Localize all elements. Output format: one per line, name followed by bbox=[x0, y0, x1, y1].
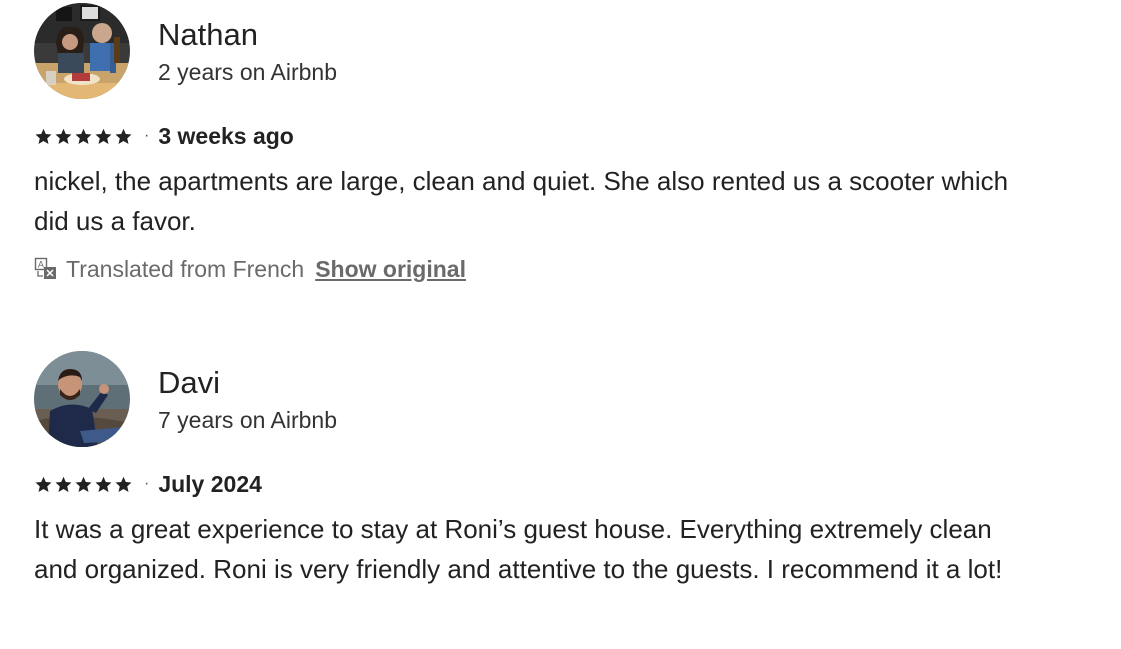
review-text: It was a great experience to stay at Ron… bbox=[34, 514, 1003, 584]
reviewer-avatar[interactable] bbox=[34, 351, 130, 447]
translation-row: A Translated from French Show original bbox=[34, 254, 1034, 284]
meta-separator: · bbox=[144, 475, 150, 492]
star-icon bbox=[115, 128, 132, 144]
review-card: Davi 7 years on Airbnb · July 2024 It wa… bbox=[34, 351, 1034, 589]
translate-icon: A bbox=[34, 257, 56, 279]
star-icon bbox=[115, 476, 132, 492]
reviewer-info: Davi 7 years on Airbnb bbox=[158, 365, 337, 434]
svg-text:A: A bbox=[38, 261, 45, 271]
avatar-photo-icon bbox=[34, 3, 130, 99]
review-card: Nathan 2 years on Airbnb · 3 weeks ago n… bbox=[34, 3, 1034, 284]
reviewer-name[interactable]: Davi bbox=[158, 365, 337, 401]
reviewer-name[interactable]: Nathan bbox=[158, 17, 337, 53]
avatar-photo-icon bbox=[34, 351, 130, 447]
star-icon bbox=[55, 128, 72, 144]
star-rating bbox=[34, 475, 133, 494]
meta-separator: · bbox=[144, 127, 150, 144]
star-icon bbox=[95, 476, 112, 492]
rating-date-row: · July 2024 bbox=[34, 469, 1034, 499]
show-original-link[interactable]: Show original bbox=[315, 256, 466, 283]
star-icon bbox=[35, 128, 52, 144]
reviewer-header: Nathan 2 years on Airbnb bbox=[34, 3, 1034, 99]
reviewer-tenure: 7 years on Airbnb bbox=[158, 406, 338, 433]
star-icon bbox=[95, 128, 112, 144]
rating-date-row: · 3 weeks ago bbox=[34, 121, 1034, 151]
reviewer-tenure: 2 years on Airbnb bbox=[158, 58, 338, 85]
translation-note: Translated from French bbox=[66, 255, 305, 282]
review-date: July 2024 bbox=[158, 470, 262, 497]
star-icon bbox=[75, 476, 92, 492]
star-rating bbox=[34, 127, 133, 146]
reviewer-header: Davi 7 years on Airbnb bbox=[34, 351, 1034, 447]
star-icon bbox=[75, 128, 92, 144]
star-icon bbox=[55, 476, 72, 492]
star-icon bbox=[35, 476, 52, 492]
reviewer-avatar[interactable] bbox=[34, 3, 130, 99]
review-text: nickel, the apartments are large, clean … bbox=[34, 166, 1009, 236]
reviewer-info: Nathan 2 years on Airbnb bbox=[158, 17, 337, 86]
review-date: 3 weeks ago bbox=[158, 122, 294, 149]
